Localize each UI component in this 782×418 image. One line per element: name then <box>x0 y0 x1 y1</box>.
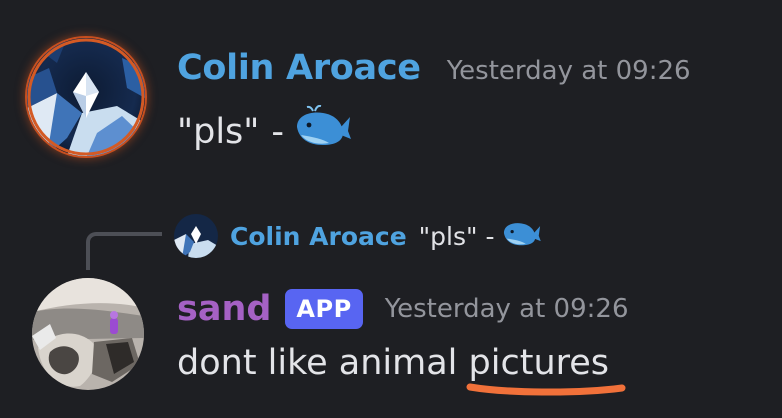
reply-preview-text: "pls" <box>418 221 478 251</box>
photo-avatar-icon <box>32 278 144 390</box>
message-separator: - <box>271 111 285 152</box>
reply-separator: - <box>485 221 495 251</box>
crystal-avatar-icon <box>174 214 218 258</box>
avatar-sand[interactable] <box>32 278 144 390</box>
crystal-avatar-icon <box>27 38 145 156</box>
timestamp[interactable]: Yesterday at 09:26 <box>447 56 691 86</box>
message-header: Colin Aroace Yesterday at 09:26 <box>177 48 691 96</box>
author-name[interactable]: Colin Aroace <box>177 48 421 88</box>
message-content: dont like animal pictures <box>177 343 626 396</box>
misspelled-word-text: pictures <box>468 343 610 383</box>
app-badge: APP <box>285 289 363 329</box>
reply-reference[interactable]: Colin Aroace "pls" - <box>174 213 541 259</box>
reply-preview[interactable]: "pls" - <box>419 218 541 254</box>
reply-author-name[interactable]: Colin Aroace <box>230 222 407 251</box>
whale-emoji-icon[interactable] <box>293 104 352 158</box>
chat-view: Colin Aroace Yesterday at 09:26 "pls" - <box>0 0 782 418</box>
timestamp[interactable]: Yesterday at 09:26 <box>385 294 629 324</box>
message-text: "pls" <box>177 111 260 152</box>
reply-avatar[interactable] <box>174 214 218 258</box>
author-name[interactable]: sand <box>177 289 271 329</box>
spellcheck-underline-icon <box>466 383 626 396</box>
reply-connector <box>86 232 162 270</box>
message-text: dont like animal <box>177 343 469 383</box>
message-content: "pls" - <box>177 104 352 158</box>
avatar-colin[interactable] <box>27 38 145 156</box>
misspelled-word[interactable]: pictures <box>466 343 626 396</box>
message-header: sand APP Yesterday at 09:26 <box>177 284 629 334</box>
whale-emoji-icon <box>501 218 541 254</box>
